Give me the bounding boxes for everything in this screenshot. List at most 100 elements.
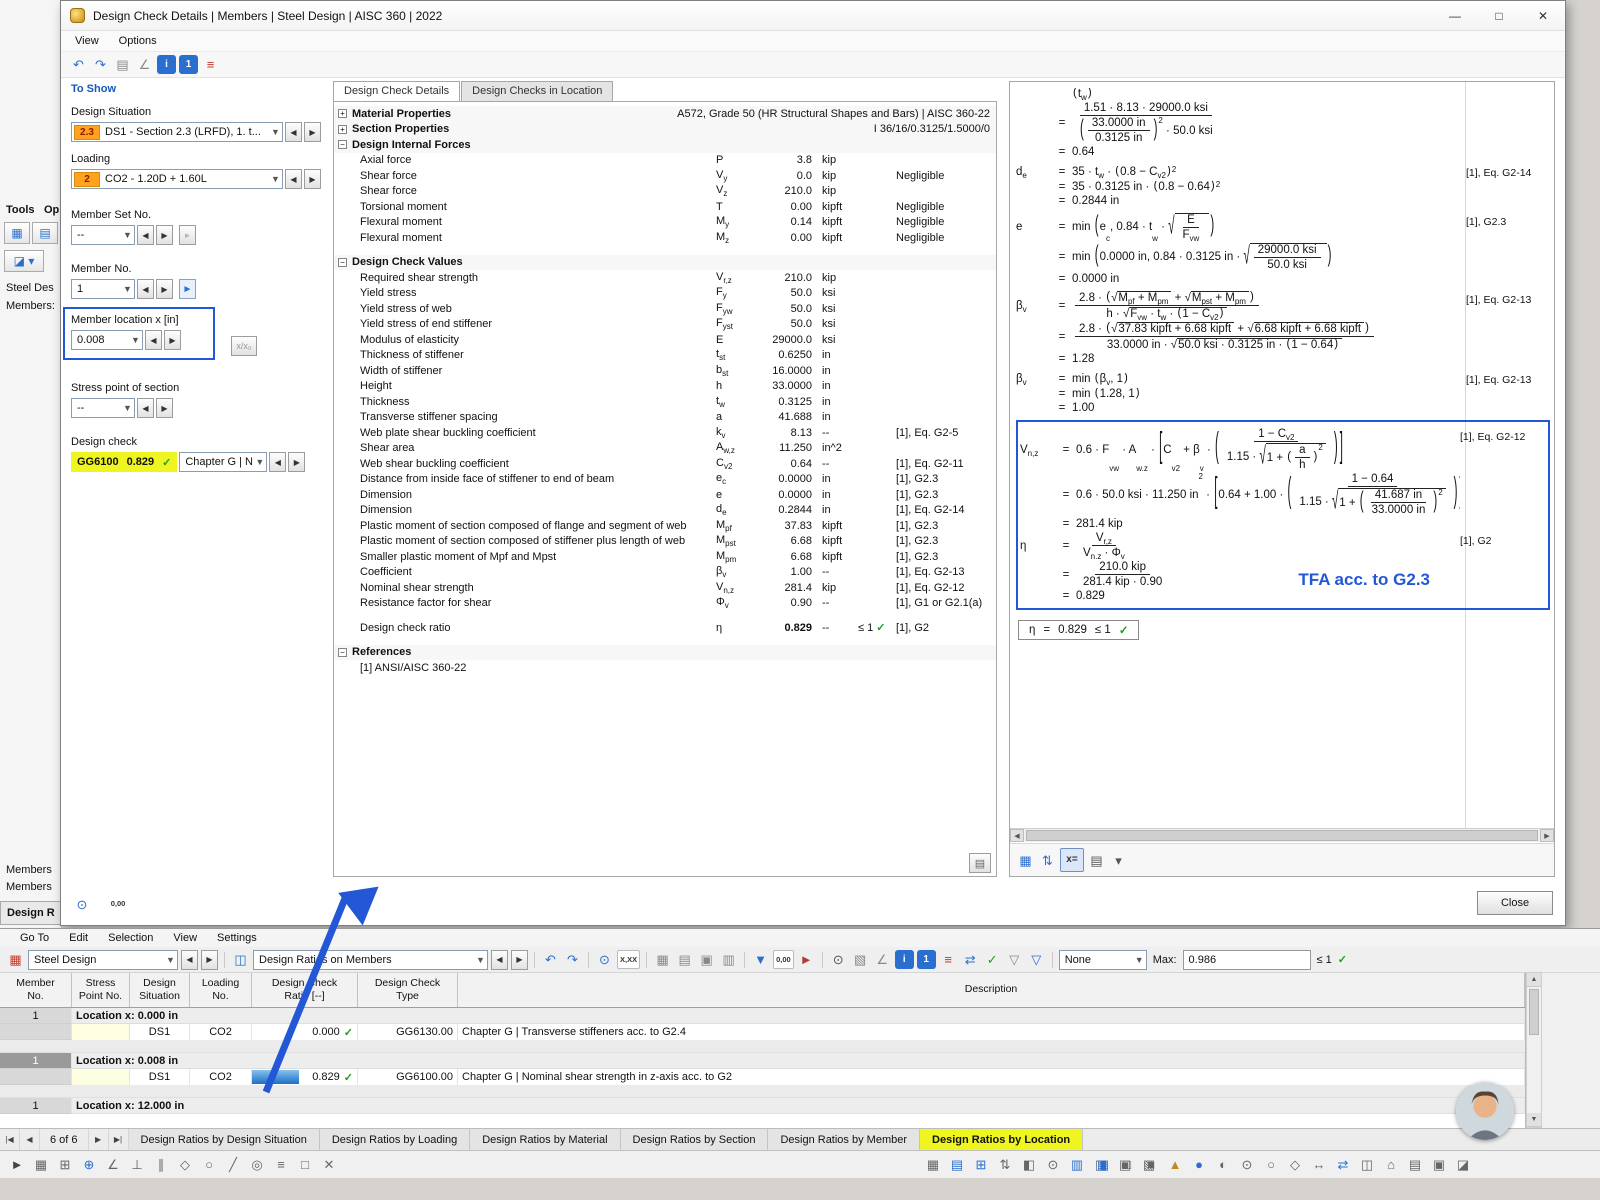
relations-icon[interactable]: ⇄ [961,950,980,969]
home-icon[interactable]: ⌂ [1380,1153,1402,1175]
funnel-active-icon[interactable]: ▽ [1027,950,1046,969]
next-button[interactable]: ▶ [201,950,218,970]
tab-design-ratios-by-section[interactable]: Design Ratios by Section [621,1129,769,1150]
steel-design-icon[interactable]: ▦ [6,950,25,969]
box-select-icon[interactable]: □ [294,1153,316,1175]
table-row[interactable]: Flexural momentMz0.00kipftNegligible [334,230,996,246]
sort-icon[interactable]: ≡ [201,55,220,74]
sort-icon[interactable]: ⇅ [1038,851,1057,870]
split-view-icon[interactable]: ◫ [1356,1153,1378,1175]
table-row[interactable]: Nominal shear strengthVn,z281.4kip[1], E… [334,580,996,596]
table-row[interactable]: Plastic moment of section composed of fl… [334,518,996,534]
scroll-down-icon[interactable]: ▼ [1527,1113,1541,1127]
member-prev-button[interactable]: ◀ [137,279,154,299]
ortho-icon[interactable]: ⊥ [126,1153,148,1175]
expander-icon[interactable]: − [338,140,347,149]
diamond-icon[interactable]: ◇ [1284,1153,1306,1175]
print-icon[interactable]: ▥ [719,950,738,969]
new-window-icon[interactable]: ▣ [697,950,716,969]
trim-icon[interactable]: ✕ [318,1153,340,1175]
sort-icon[interactable]: ≡ [939,950,958,969]
loading-prev-button[interactable]: ◀ [285,169,302,189]
loading-next-button[interactable]: ▶ [304,169,321,189]
info-icon[interactable]: i [895,950,914,969]
member-set-next-button[interactable]: ▶ [156,225,173,245]
column-header[interactable]: StressPoint No. [72,973,130,1007]
refresh-icon[interactable]: ↶ [69,55,88,74]
design-ratios-icon[interactable]: ◫ [231,950,250,969]
print-icon[interactable]: ▤ [1404,1153,1426,1175]
table-icon[interactable]: ▦ [653,950,672,969]
table-row[interactable]: Yield stress of end stiffenerFyst50.0ksi [334,317,996,333]
column-header[interactable]: LoadingNo. [190,973,252,1007]
table-icon[interactable]: ▦ [30,1153,52,1175]
deselect-icon[interactable]: ► [797,950,816,969]
half-cell-icon[interactable]: ◧ [1018,1153,1040,1175]
member-no-select[interactable]: 1 ▼ [71,279,135,299]
formula-horizontal-scrollbar[interactable]: ◀ ▶ [1010,828,1554,842]
menu-go-to[interactable]: Go To [10,930,59,946]
table-icon[interactable]: ▦ [1092,1153,1114,1175]
sort-rows-icon[interactable]: ⇅ [994,1153,1016,1175]
member-pick-icon[interactable]: ► [179,279,196,299]
color-scale-select[interactable]: None▼ [1059,950,1147,970]
result-row[interactable]: 1Location x: 0.000 in [0,1008,1525,1024]
table-row[interactable]: Plastic moment of section composed of st… [334,534,996,550]
table-row[interactable]: Required shear strengthVr,z210.0kip [334,270,996,286]
numbering-icon[interactable]: 1 [917,950,936,969]
location-prev-button[interactable]: ◀ [145,330,162,350]
dot-icon[interactable]: ● [1188,1153,1210,1175]
table-row[interactable]: Transverse stiffener spacinga41.688in [334,410,996,426]
zoom-xyz-icon[interactable]: ⊙ [595,950,614,969]
minimize-button[interactable]: — [1433,1,1477,30]
table-row[interactable]: Smaller plastic moment of Mpf and MpstMp… [334,549,996,565]
table-row[interactable]: Web shear buckling coefficientCv20.64--[… [334,456,996,472]
scrollbar-thumb[interactable] [1529,989,1539,1035]
column-header[interactable]: Description [458,973,1525,1007]
search-icon[interactable]: ⊙ [1042,1153,1064,1175]
prev-button[interactable]: ◀ [181,950,198,970]
column-header[interactable]: Design CheckType [358,973,458,1007]
design-results-panel-tab[interactable]: Design R [0,901,62,925]
table-row[interactable]: Resistance factor for shearΦv0.90--[1], … [334,596,996,612]
apply-icon[interactable]: ↷ [563,950,582,969]
snap-icon[interactable]: ⊕ [78,1153,100,1175]
results-vertical-scrollbar[interactable]: ▲ ▼ [1526,972,1542,1128]
export-table-icon[interactable]: ▦ [1016,851,1035,870]
tab-design-ratios-by-member[interactable]: Design Ratios by Member [768,1129,920,1150]
info-icon[interactable]: i [157,55,176,74]
print-icon[interactable]: ▤ [1087,851,1106,870]
table-row[interactable]: Design check ratioη0.829--≤ 1 ✓[1], G2 [334,620,996,636]
tab-design-ratios-by-material[interactable]: Design Ratios by Material [470,1129,620,1150]
first-page-button[interactable]: |◀ [0,1129,20,1150]
result-row[interactable]: DS1CO20.829✓GG6100.00Chapter G | Nominal… [0,1069,1525,1085]
column-header[interactable]: MemberNo. [0,973,72,1007]
number-format-icon[interactable]: X,XX [617,950,640,969]
rows-icon[interactable]: ▥ [1066,1153,1088,1175]
angle-icon[interactable]: ∠ [102,1153,124,1175]
design-situation-select[interactable]: 2.3 DS1 - Section 2.3 (LRFD), 1. t... ▼ [71,122,283,142]
scrollbar-thumb[interactable] [1026,830,1538,841]
table-filter-icon[interactable]: ▧ [851,950,870,969]
maximize-button[interactable]: □ [1477,1,1521,30]
table-row[interactable]: Thicknesstw0.3125in [334,394,996,410]
select-pointer-icon[interactable]: ► [6,1153,28,1175]
table-row[interactable]: Coefficientβv1.00--[1], Eq. G2-13 [334,565,996,581]
menu-edit[interactable]: Edit [59,930,98,946]
numbering-icon[interactable]: 1 [179,55,198,74]
relative-location-toggle[interactable]: x/x₀ [231,336,257,356]
line-icon[interactable]: ╱ [222,1153,244,1175]
tab-design-ratios-by-design-situation[interactable]: Design Ratios by Design Situation [129,1129,320,1150]
member-set-prev-button[interactable]: ◀ [137,225,154,245]
search-icon[interactable]: ⊙ [829,950,848,969]
filled-box-icon[interactable]: ■ [1140,1153,1162,1175]
table-row[interactable]: Dimensionde0.2844in[1], Eq. G2-14 [334,503,996,519]
table-row[interactable]: Web plate shear buckling coefficientkv8.… [334,425,996,441]
table-row[interactable]: Yield stress of webFyw50.0ksi [334,301,996,317]
table-row[interactable]: Shear forceVy0.0kipNegligible [334,168,996,184]
stress-point-next-button[interactable]: ▶ [156,398,173,418]
funnel-icon[interactable]: ▽ [1005,950,1024,969]
loading-select[interactable]: 2 CO2 - 1.20D + 1.60L ▼ [71,169,283,189]
fit-width-icon[interactable]: ↔ [1308,1153,1330,1175]
scroll-left-icon[interactable]: ◀ [1010,829,1024,842]
